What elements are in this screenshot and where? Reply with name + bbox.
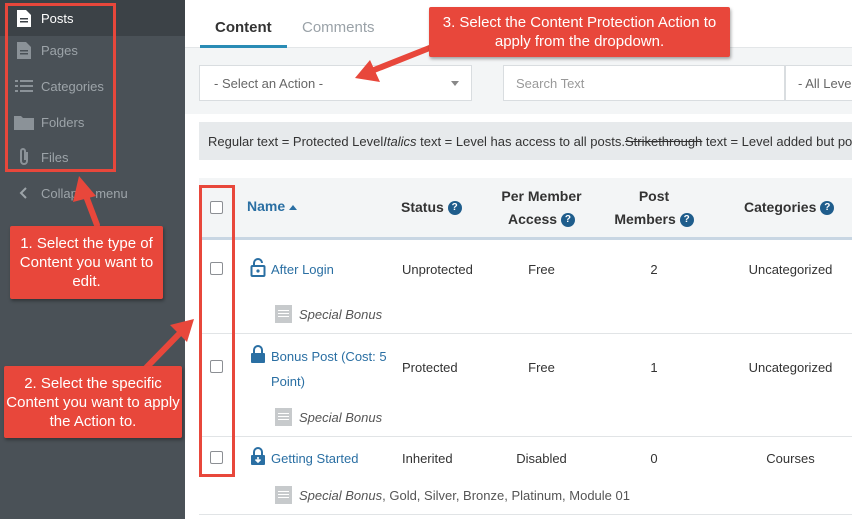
members-cell: 0 (650, 451, 658, 466)
collapse-menu-label: Collapse menu (41, 185, 128, 201)
status-cell: Protected (402, 360, 458, 375)
column-status: Status ? (401, 196, 462, 219)
categories-cell: Uncategorized (748, 262, 833, 277)
access-cell: Disabled (516, 451, 567, 466)
tab-comments[interactable]: Comments (302, 19, 375, 36)
column-post-members-label-2: Members (614, 211, 676, 227)
callout-3: 3. Select the Content Protection Action … (429, 7, 730, 57)
level-doc-icon (275, 408, 292, 426)
level-doc-icon (275, 486, 292, 504)
level-italic: Special Bonus (299, 306, 383, 322)
callout-2-text: 2. Select the specific Content you want … (6, 374, 180, 430)
levels-select[interactable]: - All Levels (785, 65, 852, 101)
legend-italic-word: Italics (383, 133, 417, 149)
chevron-left-icon (14, 183, 34, 203)
action-select[interactable]: - Select an Action - (199, 65, 472, 101)
status-cell: Unprotected (402, 262, 473, 277)
content-title-link[interactable]: After Login (271, 257, 334, 282)
members-cell: 2 (650, 262, 658, 277)
search-placeholder: Search Text (516, 75, 585, 91)
callout-3-text: 3. Select the Content Protection Action … (442, 14, 717, 50)
unlocked-icon (250, 257, 266, 277)
callout-2: 2. Select the specific Content you want … (4, 366, 182, 438)
level-doc-icon (275, 305, 292, 323)
help-icon[interactable]: ? (447, 201, 462, 216)
collapse-menu-button[interactable]: Collapse menu (0, 175, 185, 211)
content-title-link[interactable]: Getting Started (271, 446, 358, 471)
content-title-line-2: Point) (271, 374, 305, 389)
categories-cell: Courses (766, 451, 815, 466)
content-title-link[interactable]: Bonus Post (Cost: 5 Point) (271, 344, 387, 394)
help-icon[interactable]: ? (820, 201, 835, 216)
callout-1: 1. Select the type of Content you want t… (10, 226, 163, 299)
access-cell: Free (528, 360, 555, 375)
column-post-members-label-1: Post (638, 188, 670, 204)
checkbox-highlight-box (199, 185, 235, 477)
column-per-member-label-1: Per Member (501, 188, 582, 204)
column-post-members: Post Members ? (604, 185, 704, 231)
levels-line: Special Bonus (275, 408, 382, 426)
legend-bar: Regular text = Protected Level Italics t… (199, 122, 852, 160)
level-italic: Special Bonus (299, 409, 383, 425)
caret-down-icon (451, 81, 459, 86)
members-cell: 1 (650, 360, 658, 375)
column-per-member-access: Per Member Access ? (489, 185, 594, 231)
legend-italic-rest: text = Level has access to all posts. (416, 133, 625, 149)
column-status-label: Status (401, 199, 444, 215)
table-row: Getting Started Inherited Disabled 0 Cou… (199, 437, 852, 515)
level-rest: , Gold, Silver, Bronze, Platinum, Module… (382, 487, 630, 503)
column-categories-label: Categories (744, 199, 817, 215)
action-select-value: - Select an Action - (214, 75, 324, 91)
table-row: Bonus Post (Cost: 5 Point) Protected Fre… (199, 334, 852, 437)
column-name[interactable]: Name (247, 195, 298, 218)
legend-regular: Regular text = Protected Level (208, 133, 384, 149)
sidebar-highlight-box (5, 3, 116, 172)
column-name-label: Name (247, 198, 286, 214)
table-row: After Login Unprotected Free 2 Uncategor… (199, 241, 852, 334)
legend-strike-rest: text = Level added but posts (705, 133, 852, 149)
search-input[interactable]: Search Text (503, 65, 785, 101)
levels-line: Special Bonus, Gold, Silver, Bronze, Pla… (275, 486, 630, 504)
locked-icon (250, 344, 266, 364)
levels-select-value: - All Levels (798, 75, 852, 91)
help-icon[interactable]: ? (679, 213, 694, 228)
content-title-line-1: Bonus Post (Cost: 5 (271, 349, 387, 364)
filter-bar: - Select an Action - Search Text - All L… (185, 48, 852, 114)
status-cell: Inherited (402, 451, 453, 466)
levels-line: Special Bonus (275, 305, 382, 323)
access-cell: Free (528, 262, 555, 277)
column-categories: Categories ? (744, 196, 835, 219)
tab-content[interactable]: Content (215, 19, 272, 36)
legend-strike-word: Strikethrough (624, 133, 703, 149)
categories-cell: Uncategorized (748, 360, 833, 375)
column-per-member-label-2: Access (508, 211, 558, 227)
level-italic: Special Bonus (299, 487, 383, 503)
sort-ascending-icon (289, 204, 298, 210)
table-header: Name Status ? Per Member Access ? Post M… (199, 178, 852, 240)
callout-1-text: 1. Select the type of Content you want t… (19, 235, 154, 290)
inherited-lock-icon (250, 446, 266, 466)
help-icon[interactable]: ? (560, 213, 575, 228)
